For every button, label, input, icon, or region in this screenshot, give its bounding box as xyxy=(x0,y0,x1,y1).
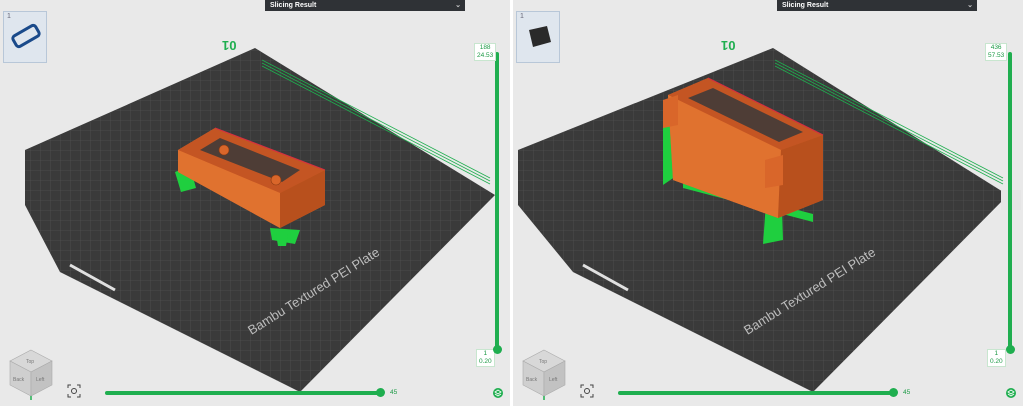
layer-top-label: 188 24.53 xyxy=(474,43,497,61)
build-plate-scene[interactable] xyxy=(0,0,510,406)
move-slider-value: 45 xyxy=(903,389,911,396)
model-preview-icon xyxy=(529,26,551,47)
chevron-down-icon[interactable]: ⌄ xyxy=(967,0,973,11)
view-cube-back: Back xyxy=(526,377,538,383)
layer-slider-bottom-handle[interactable] xyxy=(493,345,502,354)
slicing-result-title: Slicing Result xyxy=(270,2,317,9)
preview-panel-right: Slicing Result ⌄ 1 01 Bambu Textured PEI… xyxy=(513,0,1023,406)
layer-slider-bottom-handle[interactable] xyxy=(1006,345,1015,354)
fit-view-icon[interactable] xyxy=(67,384,81,398)
move-slider-handle[interactable] xyxy=(376,388,385,397)
view-cube-left: Left xyxy=(36,377,45,383)
view-cube[interactable]: Top Back Left xyxy=(521,348,567,400)
layers-icon[interactable] xyxy=(492,386,506,400)
layer-slider[interactable] xyxy=(495,52,499,348)
view-cube-back: Back xyxy=(13,377,25,383)
fit-view-icon[interactable] xyxy=(580,384,594,398)
slicing-result-title: Slicing Result xyxy=(782,2,829,9)
layer-bottom-number: 1 xyxy=(994,350,999,357)
preview-panel-left: Slicing Result ⌄ 1 01 Bambu Textured PEI… xyxy=(0,0,510,406)
layer-slider[interactable] xyxy=(1008,52,1012,348)
view-cube-top: Top xyxy=(26,359,34,365)
layers-icon[interactable] xyxy=(1005,386,1019,400)
layer-top-height: 24.53 xyxy=(477,52,494,59)
chevron-down-icon[interactable]: ⌄ xyxy=(455,0,461,11)
view-cube-top: Top xyxy=(539,359,547,365)
move-slider-handle[interactable] xyxy=(889,388,898,397)
move-slider[interactable] xyxy=(618,391,893,395)
move-slider-value: 45 xyxy=(390,389,398,396)
layer-top-height: 57.53 xyxy=(988,52,1005,59)
slicing-result-header[interactable]: Slicing Result ⌄ xyxy=(265,0,465,11)
layer-bottom-label: 1 0.20 xyxy=(987,349,1006,367)
slicing-result-header[interactable]: Slicing Result ⌄ xyxy=(777,0,977,11)
layer-bottom-number: 1 xyxy=(483,350,488,357)
layer-top-number: 436 xyxy=(990,44,1002,51)
plate-thumbnail[interactable]: 1 xyxy=(516,11,560,63)
layer-top-label: 436 57.53 xyxy=(985,43,1008,61)
move-slider[interactable] xyxy=(105,391,380,395)
plate-number-label: 01 xyxy=(222,38,237,53)
view-cube-left: Left xyxy=(549,377,558,383)
layer-top-number: 188 xyxy=(479,44,491,51)
layer-bottom-height: 0.20 xyxy=(479,358,492,365)
plate-number-label: 01 xyxy=(721,38,736,53)
model-preview-icon xyxy=(11,23,41,49)
view-cube[interactable]: Top Back Left xyxy=(8,348,54,400)
plate-thumbnail[interactable]: 1 xyxy=(3,11,47,63)
layer-bottom-label: 1 0.20 xyxy=(476,349,495,367)
layer-bottom-height: 0.20 xyxy=(990,358,1003,365)
build-plate-scene[interactable] xyxy=(513,0,1023,406)
